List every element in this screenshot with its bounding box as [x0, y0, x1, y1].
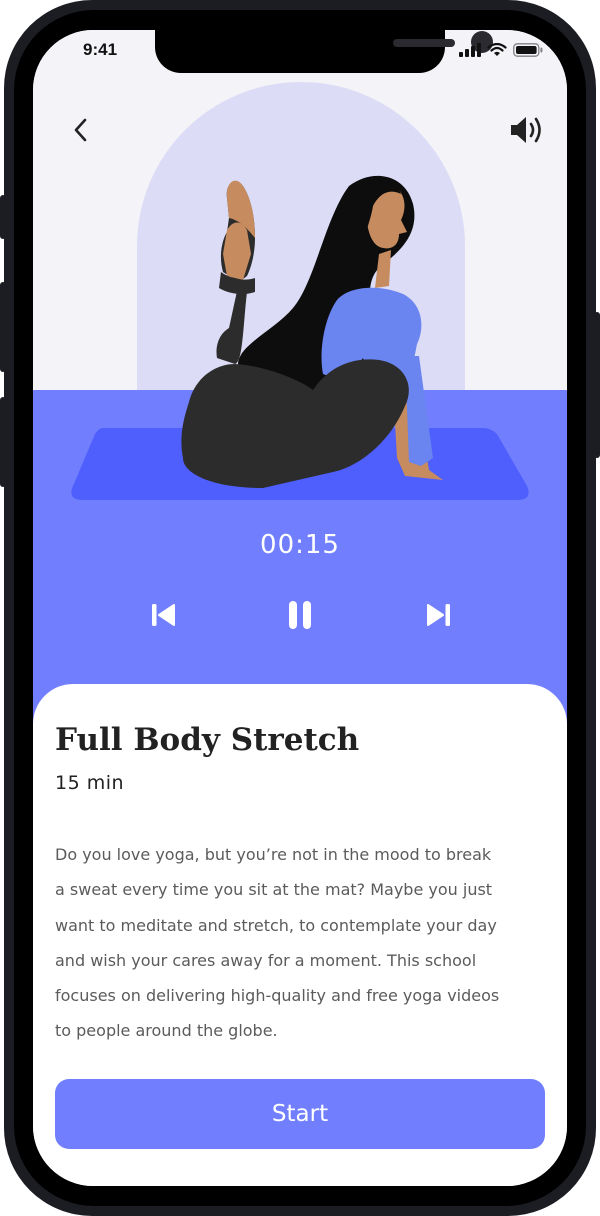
skip-next-icon — [427, 604, 450, 626]
device-notch — [155, 30, 493, 73]
pause-button[interactable] — [283, 598, 317, 632]
chevron-left-icon — [74, 118, 87, 142]
battery-icon — [513, 43, 543, 57]
description-line: want to meditate and stretch, to contemp… — [55, 915, 497, 935]
skip-previous-icon — [152, 604, 175, 626]
wifi-icon — [487, 43, 507, 56]
cellular-signal-icon — [459, 43, 481, 57]
workout-timer: 00:15 — [260, 530, 340, 560]
workout-description: Do you love yoga, but you’re not in the … — [55, 837, 545, 1049]
workout-title: Full Body Stretch — [55, 722, 360, 758]
workout-duration: 15 min — [55, 772, 125, 794]
next-button[interactable] — [421, 598, 455, 632]
pause-icon — [289, 601, 311, 629]
earpiece-speaker — [393, 39, 455, 47]
status-icons — [459, 43, 543, 57]
previous-button[interactable] — [147, 598, 181, 632]
side-button-volume-up — [0, 282, 6, 372]
side-button-volume-down — [0, 397, 6, 487]
volume-icon — [511, 117, 541, 143]
description-line: focuses on delivering high-quality and f… — [55, 986, 500, 1006]
status-time: 9:41 — [83, 40, 118, 59]
app-screen: 9:41 00:15 Full Body Stretch 15 min Do y… — [33, 30, 567, 1186]
description-line: and wish your cares away for a moment. T… — [55, 950, 477, 970]
side-button-power — [594, 312, 600, 458]
yoga-woman-illustration — [181, 175, 443, 488]
description-line: to people around the globe. — [55, 1021, 278, 1041]
side-button-silent — [0, 195, 6, 239]
sound-toggle-button[interactable] — [509, 114, 545, 146]
workout-details-sheet: Full Body Stretch 15 min Do you love yog… — [33, 684, 567, 1186]
description-line: a sweat every time you sit at the mat? M… — [55, 880, 493, 900]
back-button[interactable] — [69, 116, 93, 144]
description-line: Do you love yoga, but you’re not in the … — [55, 845, 492, 864]
start-button[interactable]: Start — [55, 1079, 545, 1149]
